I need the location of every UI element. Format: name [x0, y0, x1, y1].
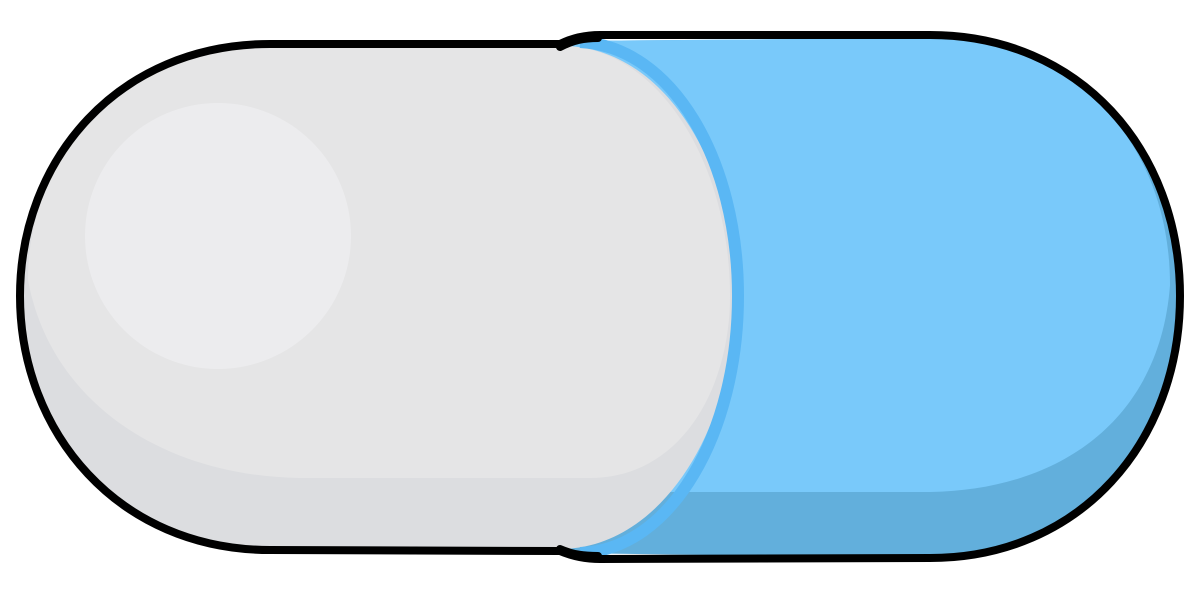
- capsule-illustration: [0, 0, 1200, 594]
- white-half-highlight: [85, 103, 351, 369]
- capsule-pill-icon: [16, 31, 1184, 563]
- white-capsule-half: [22, 45, 735, 549]
